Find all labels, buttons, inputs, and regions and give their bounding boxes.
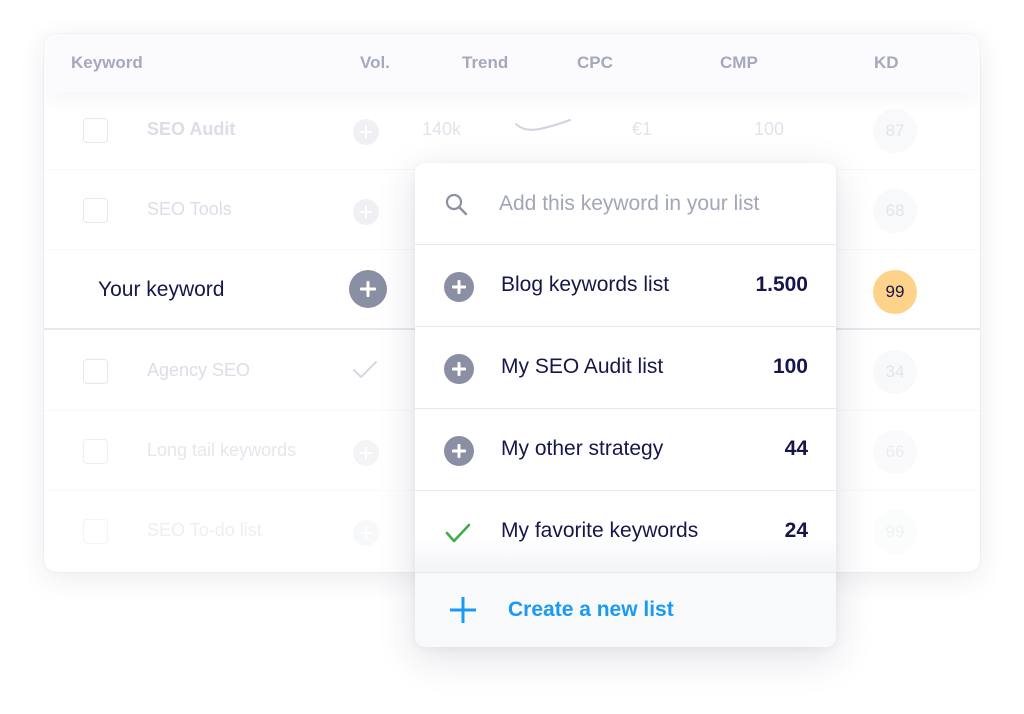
list-option-label: My SEO Audit list xyxy=(501,355,664,378)
list-option-label: My favorite keywords xyxy=(501,519,699,542)
plus-circle-icon[interactable] xyxy=(353,520,379,546)
row-checkbox[interactable] xyxy=(83,439,108,464)
list-option-count: 24 xyxy=(784,519,808,542)
plus-circle-icon xyxy=(444,272,474,302)
list-option-blog-keywords[interactable]: Blog keywords list 1.500 xyxy=(415,245,836,327)
row-keyword: Your keyword xyxy=(98,278,225,301)
plus-circle-icon[interactable] xyxy=(353,199,379,225)
trend-sparkline-icon xyxy=(515,119,571,131)
list-search-input[interactable] xyxy=(499,189,809,219)
kd-badge: 87 xyxy=(873,109,917,153)
row-checkbox[interactable] xyxy=(83,118,108,143)
list-search xyxy=(415,163,836,245)
kd-badge: 99 xyxy=(873,510,917,554)
column-header-cmp[interactable]: CMP xyxy=(720,53,758,73)
row-keyword: Long tail keywords xyxy=(147,440,297,460)
row-keyword: Agency SEO xyxy=(147,360,251,380)
table-row: SEO Audit 140k €1 100 87 xyxy=(44,90,980,170)
kd-badge: 34 xyxy=(873,350,917,394)
list-option-count: 44 xyxy=(784,437,808,460)
row-cpc: €1 xyxy=(632,119,653,139)
list-option-label: Blog keywords list xyxy=(501,273,670,296)
column-header-volume[interactable]: Vol. xyxy=(360,53,390,73)
stage: Keyword Vol. Trend CPC CMP KD SEO Audit … xyxy=(0,0,1024,714)
plus-circle-icon xyxy=(444,436,474,466)
kd-badge: 68 xyxy=(873,189,917,233)
plus-circle-icon xyxy=(444,354,474,384)
create-new-list-label: Create a new list xyxy=(508,598,674,621)
row-checkbox[interactable] xyxy=(83,198,108,223)
row-cmp: 100 xyxy=(754,119,785,139)
plus-circle-icon[interactable] xyxy=(349,270,387,308)
plus-circle-icon[interactable] xyxy=(353,440,379,466)
check-icon xyxy=(445,523,471,543)
row-keyword: SEO Audit xyxy=(147,119,236,139)
list-option-favorite-keywords[interactable]: My favorite keywords 24 xyxy=(415,491,836,573)
list-option-count: 100 xyxy=(772,355,808,378)
column-header-trend[interactable]: Trend xyxy=(462,53,508,73)
list-option-seo-audit[interactable]: My SEO Audit list 100 xyxy=(415,327,836,409)
row-keyword: SEO Tools xyxy=(147,199,232,219)
list-option-other-strategy[interactable]: My other strategy 44 xyxy=(415,409,836,491)
row-checkbox[interactable] xyxy=(83,359,108,384)
row-checkbox[interactable] xyxy=(83,519,108,544)
list-option-count: 1.500 xyxy=(755,273,808,296)
check-icon[interactable] xyxy=(351,359,379,381)
column-header-keyword[interactable]: Keyword xyxy=(71,53,143,73)
column-header-cpc[interactable]: CPC xyxy=(577,53,613,73)
column-header-kd[interactable]: KD xyxy=(874,53,899,73)
plus-circle-icon[interactable] xyxy=(353,119,379,145)
list-option-label: My other strategy xyxy=(501,437,664,460)
kd-badge: 99 xyxy=(873,270,917,314)
row-keyword: SEO To-do list xyxy=(147,520,262,540)
row-volume: 140k xyxy=(422,119,462,139)
kd-badge: 66 xyxy=(873,430,917,474)
table-header: Keyword Vol. Trend CPC CMP KD xyxy=(44,34,980,92)
create-new-list-button[interactable]: Create a new list xyxy=(415,572,836,647)
plus-icon xyxy=(450,597,476,623)
add-to-list-dropdown: Blog keywords list 1.500 My SEO Audit li… xyxy=(415,163,836,647)
search-icon xyxy=(445,193,468,216)
